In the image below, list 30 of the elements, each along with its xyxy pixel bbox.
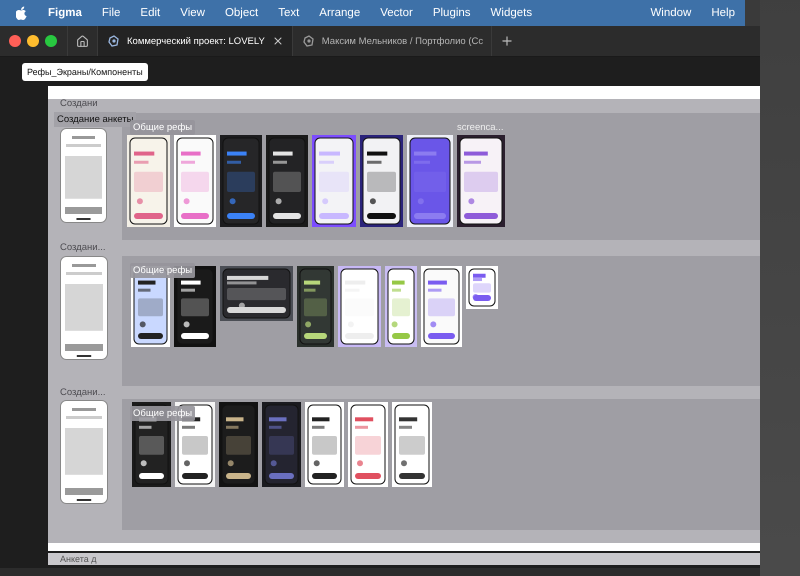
menu-item[interactable]: File xyxy=(102,7,120,19)
close-window-icon[interactable] xyxy=(9,35,21,47)
frame-label[interactable]: Общие рефы xyxy=(130,120,196,135)
minimize-window-icon[interactable] xyxy=(27,35,39,47)
menu-item[interactable]: Plugins xyxy=(432,7,471,19)
home-icon xyxy=(76,34,89,48)
section-title: Создани... xyxy=(59,243,106,255)
menu-item[interactable]: Widgets xyxy=(490,7,532,19)
section-title: Анкета д xyxy=(48,553,760,565)
file-icon xyxy=(108,35,120,47)
file-tab[interactable]: Коммерческий проект: LOVELY xyxy=(98,26,293,56)
menu-item[interactable]: Window xyxy=(650,7,692,19)
plus-icon xyxy=(500,34,514,48)
menu-item[interactable]: Object xyxy=(224,7,258,19)
menu-item[interactable]: Text xyxy=(278,7,300,19)
frame-label[interactable]: Общие рефы xyxy=(130,406,196,421)
section-title: Создани xyxy=(59,99,98,111)
menu-item[interactable]: Vector xyxy=(380,7,413,19)
apple-icon[interactable] xyxy=(16,6,28,20)
app-name[interactable]: Figma xyxy=(48,7,82,19)
menu-item[interactable]: Help xyxy=(711,7,735,19)
section-title: Создани... xyxy=(59,388,106,399)
menu-item[interactable]: View xyxy=(180,7,205,19)
close-icon[interactable] xyxy=(272,35,284,47)
frame-label[interactable]: Рефы_Экраны/Компоненты xyxy=(22,63,148,81)
menu-item[interactable]: Arrange xyxy=(319,7,360,19)
frame-label[interactable]: Общие рефы xyxy=(130,263,196,278)
maximize-window-icon[interactable] xyxy=(45,35,57,47)
file-icon xyxy=(302,35,315,47)
menu-item[interactable]: Edit xyxy=(140,7,160,19)
